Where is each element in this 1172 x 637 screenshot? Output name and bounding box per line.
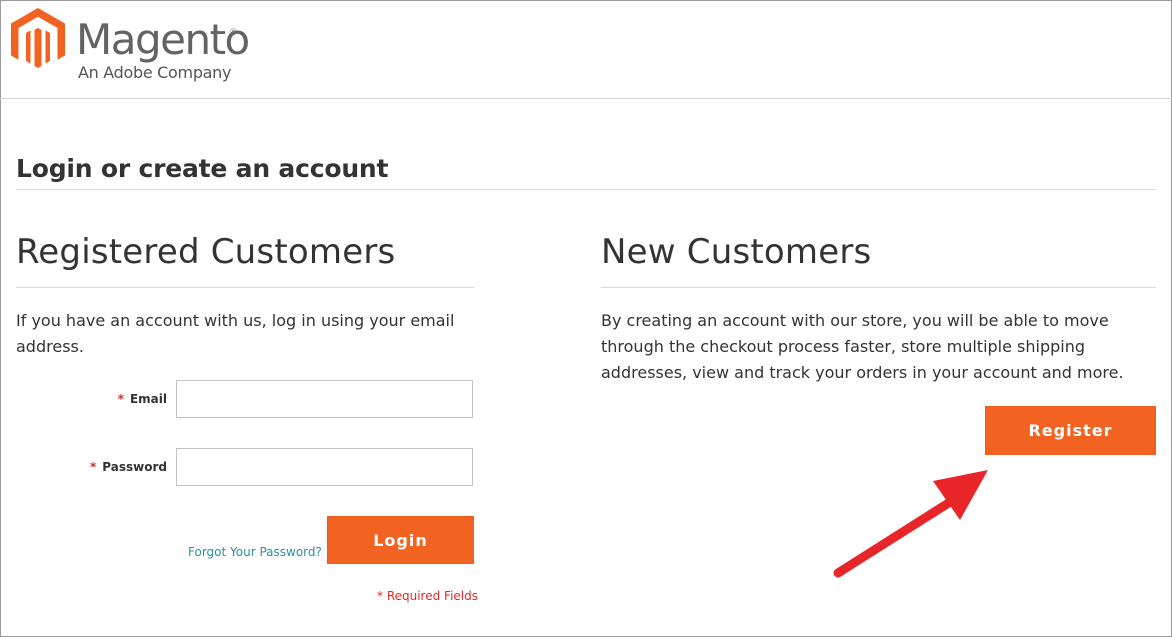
title-divider	[16, 189, 1156, 190]
required-marker: *	[117, 392, 124, 406]
magento-logo-icon	[11, 8, 65, 68]
site-header: Magento ® An Adobe Company	[0, 0, 1172, 99]
required-marker: *	[90, 460, 97, 474]
password-label-text: Password	[102, 460, 167, 474]
registered-divider	[16, 287, 474, 288]
register-button[interactable]: Register	[985, 406, 1156, 455]
login-button[interactable]: Login	[327, 516, 474, 564]
required-fields-note: * Required Fields	[377, 589, 478, 603]
password-field[interactable]	[176, 448, 473, 486]
registered-intro: If you have an account with us, log in u…	[16, 311, 455, 356]
brand-name: Magento	[76, 15, 250, 64]
logo-link[interactable]: Magento ® An Adobe Company	[0, 0, 250, 90]
email-label: * Email	[80, 392, 167, 406]
new-customers-divider	[601, 287, 1156, 288]
registered-mark: ®	[229, 28, 238, 38]
new-customers-intro: By creating an account with our store, y…	[601, 311, 1124, 382]
email-label-text: Email	[129, 392, 167, 406]
red-arrow-icon	[833, 470, 988, 578]
registered-customers-title: Registered Customers	[16, 232, 396, 272]
email-field[interactable]	[176, 380, 473, 418]
brand-tagline: An Adobe Company	[78, 63, 232, 82]
new-customers-title: New Customers	[601, 232, 872, 272]
password-label: * Password	[60, 460, 167, 474]
page-title: Login or create an account	[16, 154, 389, 183]
forgot-password-link[interactable]: Forgot Your Password?	[188, 545, 322, 559]
